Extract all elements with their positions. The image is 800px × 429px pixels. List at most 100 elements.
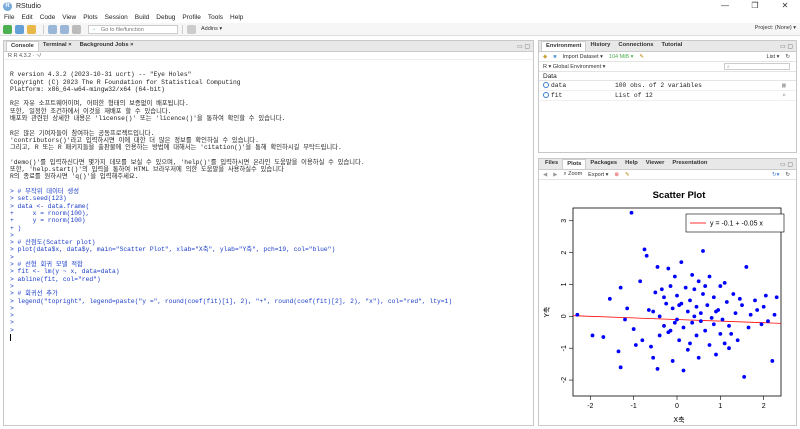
menu-item-profile[interactable]: Profile xyxy=(182,14,200,21)
x-tick-label: -1 xyxy=(631,403,637,410)
clear-broom-icon[interactable]: ✎ xyxy=(639,54,644,60)
scatter-point xyxy=(675,317,679,322)
console-input-line: > plot(data$x, data$y, main="Scatter Plo… xyxy=(10,246,336,254)
scatter-point xyxy=(681,368,686,373)
env-row-data[interactable]: data 100 obs. of 2 variables ▦ xyxy=(539,81,796,91)
tab-background-jobs[interactable]: Background Jobs × xyxy=(76,41,138,51)
scatter-point xyxy=(644,253,649,258)
new-project-icon[interactable] xyxy=(15,24,24,34)
scatter-point xyxy=(744,265,749,269)
scatter-point xyxy=(631,327,636,331)
x-tick-label: -2 xyxy=(587,403,593,410)
scatter-point xyxy=(668,328,673,333)
load-workspace-icon[interactable]: ◆ xyxy=(543,54,547,60)
console-input-line: + x = rnorm(100), xyxy=(10,209,90,217)
scatter-point xyxy=(737,296,742,301)
import-dataset-button[interactable]: Import Dataset ▾ xyxy=(563,54,603,60)
maximize-icon[interactable]: ❐ xyxy=(740,0,770,12)
export-menu[interactable]: Export ▾ xyxy=(588,172,608,178)
console-input-line: + y = rnorm(100) xyxy=(10,217,86,225)
environment-search-input[interactable]: ⌕ xyxy=(724,63,790,70)
pane-maximize-icon[interactable]: ▭ ▢ xyxy=(517,43,530,50)
text-cursor xyxy=(10,333,11,341)
save-workspace-icon[interactable]: ■ xyxy=(553,54,556,60)
minimize-icon[interactable]: — xyxy=(710,0,740,12)
view-table-icon[interactable]: ▦ xyxy=(782,82,796,89)
menu-item-view[interactable]: View xyxy=(62,14,76,21)
scatter-point xyxy=(729,331,734,336)
console-output-line: R의 종료를 원하시면 'q()'을 입력해주세요. xyxy=(10,173,139,181)
tab-plots[interactable]: Plots xyxy=(562,159,587,169)
console-input-line: > fit <- lm(y ~ x, data=data) xyxy=(10,268,120,276)
menu-item-tools[interactable]: Tools xyxy=(208,14,223,21)
menu-item-edit[interactable]: Edit xyxy=(21,14,32,21)
console-output[interactable]: R version 4.3.2 (2023-10-31 ucrt) -- "Ey… xyxy=(4,60,533,345)
menu-item-help[interactable]: Help xyxy=(230,14,243,21)
scatter-point xyxy=(688,298,692,303)
tab-history[interactable]: History xyxy=(586,41,614,51)
save-all-icon[interactable] xyxy=(60,24,69,34)
expand-circle-icon[interactable] xyxy=(543,82,549,89)
menu-item-plots[interactable]: Plots xyxy=(83,14,97,21)
publish-icon[interactable]: ↻▾ xyxy=(772,172,779,178)
grid-layout-icon[interactable] xyxy=(187,24,196,34)
print-icon[interactable] xyxy=(72,24,81,34)
goto-file-input[interactable]: Go to file/function xyxy=(88,24,178,34)
scatter-point xyxy=(677,338,682,343)
scatter-point xyxy=(692,287,697,292)
close-icon[interactable]: ✕ xyxy=(770,0,800,12)
y-tick-label: 0 xyxy=(561,314,568,318)
open-file-icon[interactable] xyxy=(27,24,36,34)
console-input-line: > set.seed(123) xyxy=(10,195,67,203)
scatter-point xyxy=(770,359,775,363)
zoom-button[interactable]: ⌕ Zoom xyxy=(563,171,582,178)
memory-usage[interactable]: 104 MiB ▾ xyxy=(609,54,633,60)
tab-tutorial[interactable]: Tutorial xyxy=(658,41,687,51)
environment-scope-dropdown[interactable]: R ▾ Global Environment ▾ xyxy=(543,64,605,70)
previous-plot-icon[interactable]: ◀ xyxy=(543,172,547,178)
remove-plot-icon[interactable]: ⊗ xyxy=(614,172,619,178)
menu-item-session[interactable]: Session xyxy=(105,14,128,21)
scatter-point xyxy=(759,322,764,327)
tab-connections[interactable]: Connections xyxy=(614,41,657,51)
tab-terminal[interactable]: Terminal × xyxy=(39,41,76,51)
scatter-point xyxy=(761,304,766,309)
menu-item-code[interactable]: Code xyxy=(40,14,56,21)
pane-maximize-icon[interactable]: ▭ ▢ xyxy=(780,43,793,50)
pane-maximize-icon[interactable]: ▭ ▢ xyxy=(780,161,793,168)
menu-item-build[interactable]: Build xyxy=(135,14,149,21)
console-input-line: > xyxy=(10,326,18,334)
clear-plots-broom-icon[interactable]: ✎ xyxy=(625,172,630,178)
tab-help[interactable]: Help xyxy=(621,159,642,169)
next-plot-icon[interactable]: ▶ xyxy=(553,172,557,178)
new-file-icon[interactable] xyxy=(3,24,12,34)
tab-console[interactable]: Console xyxy=(6,41,39,51)
scatter-point xyxy=(681,325,686,330)
tab-presentation[interactable]: Presentation xyxy=(668,159,711,169)
x-tick-label: 1 xyxy=(718,403,722,410)
menu-item-file[interactable]: File xyxy=(4,14,14,21)
environment-tabbar: Environment History Connections Tutorial… xyxy=(539,41,796,52)
scatter-point xyxy=(607,296,612,301)
scatter-point xyxy=(662,295,666,300)
view-list-icon[interactable]: ⌕ xyxy=(782,92,796,99)
refresh-icon[interactable]: ↻ xyxy=(785,54,790,60)
expand-circle-icon[interactable] xyxy=(543,92,549,99)
project-menu[interactable]: Project: (None) ▾ xyxy=(755,25,796,31)
addins-menu[interactable]: Addins ▾ xyxy=(201,26,222,32)
console-input-line: > # 회귀선 추가 xyxy=(10,290,58,298)
tab-packages[interactable]: Packages xyxy=(586,159,621,169)
menu-item-debug[interactable]: Debug xyxy=(156,14,175,21)
toolbar-divider xyxy=(182,24,183,34)
refresh-icon[interactable]: ↻ xyxy=(785,172,790,178)
env-row-fit[interactable]: fit List of 12 ⌕ xyxy=(539,91,796,101)
list-view-dropdown[interactable]: List ▾ xyxy=(767,54,780,60)
rstudio-logo-icon: R xyxy=(3,1,12,11)
scatter-point xyxy=(727,323,731,328)
scatter-point xyxy=(590,333,595,338)
tab-environment[interactable]: Environment xyxy=(541,41,587,51)
tab-files[interactable]: Files xyxy=(541,159,562,169)
scatter-point xyxy=(653,290,658,295)
tab-viewer[interactable]: Viewer xyxy=(642,159,669,169)
save-icon[interactable] xyxy=(48,24,57,34)
